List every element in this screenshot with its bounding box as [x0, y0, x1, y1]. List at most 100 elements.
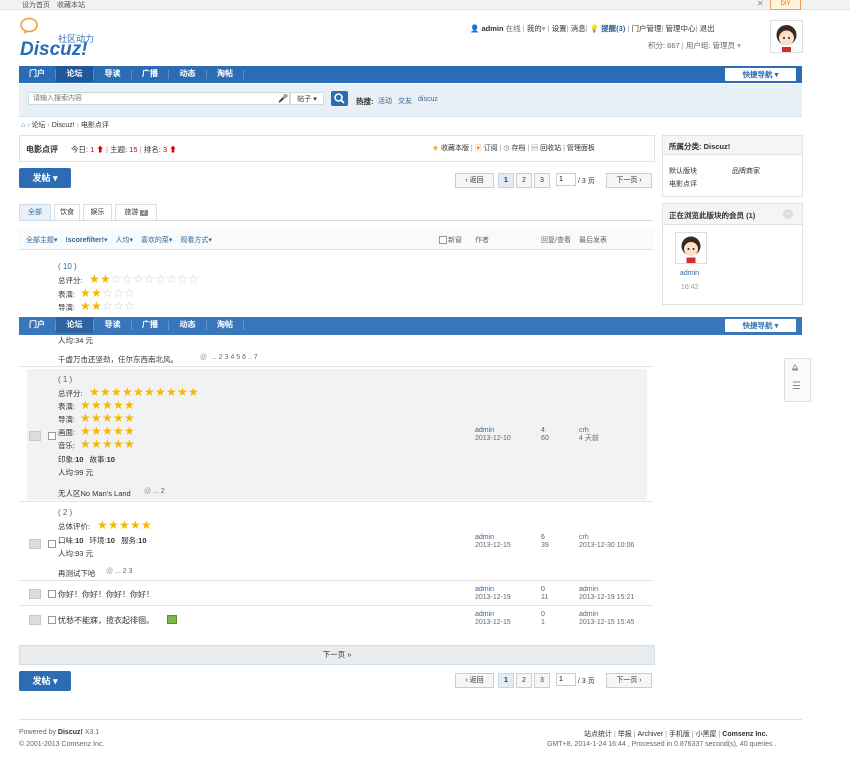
thread-pages[interactable]: ... 2 3 4 5 6 .. 7 [211, 354, 258, 361]
review-count[interactable]: ( 10 ) [58, 262, 77, 271]
nav-forum[interactable]: 论坛 [56, 66, 93, 82]
settings-link[interactable]: 设置 [552, 24, 567, 33]
new-post-button-bottom[interactable]: 发帖 ▾ [19, 671, 71, 691]
new-post-button[interactable]: 发帖 ▾ [19, 168, 71, 188]
back-to-top-icon[interactable]: ⩠ [792, 362, 798, 373]
filter-viewing-method[interactable]: 观看方式 [180, 237, 208, 244]
author-link[interactable]: admin [475, 611, 494, 618]
thread-checkbox[interactable] [48, 590, 56, 598]
reply-count[interactable]: 4 [541, 427, 545, 434]
filter-all-topics[interactable]: 全部主题 [26, 237, 54, 244]
pager-page-3[interactable]: 3 [534, 173, 550, 188]
floating-nav-activity[interactable]: 动态 [169, 317, 206, 333]
breadcrumb-forum[interactable]: 论坛 [31, 122, 45, 129]
recycle-bin-link[interactable]: 回收站 [540, 145, 561, 152]
favorite-forum-link[interactable]: 收藏本版 [441, 145, 469, 152]
thread-folder-icon[interactable] [29, 615, 41, 625]
thread-folder-icon[interactable] [29, 589, 41, 599]
last-post-time[interactable]: 4 天前 [579, 435, 599, 442]
breadcrumb-discuz[interactable]: Discuz! [52, 122, 75, 129]
pager-back-button[interactable]: ‹ 返回 [455, 173, 494, 188]
thread-folder-icon[interactable] [29, 539, 41, 549]
pager-jump-input[interactable] [556, 173, 576, 186]
thread-pages[interactable]: ... 2 3 [115, 568, 133, 575]
subscribe-link[interactable]: 订阅 [484, 145, 498, 152]
thread-folder-icon[interactable] [29, 431, 41, 441]
filter-favorite-dish[interactable]: 喜欢的菜 [141, 237, 169, 244]
floating-nav-broadcast[interactable]: 广播 [132, 317, 168, 333]
search-scope-select[interactable]: 帖子 ▾ [290, 92, 324, 105]
reply-count[interactable]: 0 [541, 586, 545, 593]
footer-link-mobile[interactable]: 手机版 [669, 731, 690, 738]
nav-portal[interactable]: 门户 [19, 66, 55, 82]
thread-title-link[interactable]: 你好！你好！你好！你好！ [58, 589, 154, 600]
last-post-time[interactable]: 2013-12-15 15:45 [579, 619, 634, 626]
type-tab-entertainment[interactable]: 娱乐 [83, 204, 112, 221]
pager-page-3[interactable]: 3 [534, 673, 550, 688]
review-count[interactable]: ( 1 ) [58, 375, 72, 384]
subforum-link-default[interactable]: 默认版块 [669, 166, 697, 176]
footer-link-stats[interactable]: 站点统计 [584, 731, 612, 738]
subforum-link-brand[interactable]: 品牌商家 [732, 166, 760, 176]
author-link[interactable]: admin [475, 534, 494, 541]
search-button[interactable] [331, 91, 348, 106]
filter-score[interactable]: !scorefilter! [65, 237, 104, 244]
nav-broadcast[interactable]: 广播 [132, 66, 168, 82]
pager-next-button[interactable]: 下一页 › [606, 673, 652, 688]
usergroup-link[interactable]: 用户组: 管理员 [686, 41, 735, 50]
microphone-icon[interactable]: 🎤 [278, 94, 288, 103]
pager-back-button[interactable]: ‹ 返回 [455, 673, 494, 688]
member-avatar[interactable] [675, 232, 707, 264]
floating-nav-forum[interactable]: 论坛 [56, 317, 93, 333]
archive-link[interactable]: 存档 [511, 145, 525, 152]
hot-search-discuz[interactable]: discuz [418, 96, 438, 103]
footer-link-report[interactable]: 举报 [618, 731, 632, 738]
last-author-link[interactable]: crh [579, 427, 589, 434]
last-post-time[interactable]: 2013-12-19 15:21 [579, 594, 634, 601]
author-link[interactable]: admin [475, 586, 494, 593]
thread-title-link[interactable]: 再测试下哈 [58, 568, 96, 579]
admin-center-link[interactable]: 管理中心 [666, 24, 696, 33]
points-link[interactable]: 积分: 667 [648, 41, 680, 50]
last-author-link[interactable]: admin [579, 611, 598, 618]
floating-nav-guide[interactable]: 导读 [94, 317, 131, 333]
hot-search-dating[interactable]: 交友 [398, 96, 412, 106]
type-tab-all[interactable]: 全部 [19, 204, 51, 221]
thread-checkbox[interactable] [48, 616, 56, 624]
set-home-link[interactable]: 设为首页 [22, 0, 50, 10]
breadcrumb-movie-review[interactable]: 电影点评 [81, 122, 109, 129]
author-link[interactable]: admin [475, 427, 494, 434]
search-input[interactable] [28, 92, 290, 105]
thread-checkbox[interactable] [48, 432, 56, 440]
favorite-site-link[interactable]: 收藏本站 [57, 0, 85, 10]
powered-brand-link[interactable]: Discuz! [58, 729, 83, 736]
logout-link[interactable]: 退出 [700, 24, 715, 33]
pager-page-1[interactable]: 1 [498, 673, 514, 688]
home-icon[interactable]: ⌂ [21, 122, 25, 129]
online-status[interactable]: 在线 [506, 24, 521, 33]
filter-per-person[interactable]: 人均 [115, 237, 129, 244]
thread-title-link[interactable]: 无人区No Man's Land [58, 488, 131, 499]
user-avatar[interactable] [770, 20, 803, 53]
thread-pages[interactable]: ... 2 [153, 488, 165, 495]
collapse-icon[interactable]: − [783, 209, 793, 219]
new-window-checkbox[interactable] [439, 236, 447, 244]
member-name[interactable]: admin [680, 270, 699, 277]
last-post-time[interactable]: 2013-12-30 10:06 [579, 542, 634, 549]
review-count[interactable]: ( 2 ) [58, 508, 72, 517]
footer-link-archiver[interactable]: Archiver [637, 731, 663, 738]
reply-count[interactable]: 6 [541, 534, 545, 541]
last-author-link[interactable]: crh [579, 534, 589, 541]
quick-nav-button[interactable]: 快捷导航 ▾ [725, 68, 796, 81]
pager-jump-input[interactable] [556, 673, 576, 686]
floating-nav-collection[interactable]: 淘帖 [207, 317, 243, 333]
type-tab-travel[interactable]: 旅游 2 [115, 204, 157, 221]
pager-next-button[interactable]: 下一页 › [606, 173, 652, 188]
last-author-link[interactable]: admin [579, 586, 598, 593]
thread-title-link[interactable]: 千虚万击还坚劲，任尔东西南北风。 [58, 354, 178, 365]
messages-link[interactable]: 消息 [571, 24, 586, 33]
manage-panel-link[interactable]: 管理面板 [567, 145, 595, 152]
footer-company-link[interactable]: Comsenz Inc. [722, 731, 767, 738]
pager-page-2[interactable]: 2 [516, 173, 532, 188]
portal-manage-link[interactable]: 门户管理 [632, 24, 662, 33]
